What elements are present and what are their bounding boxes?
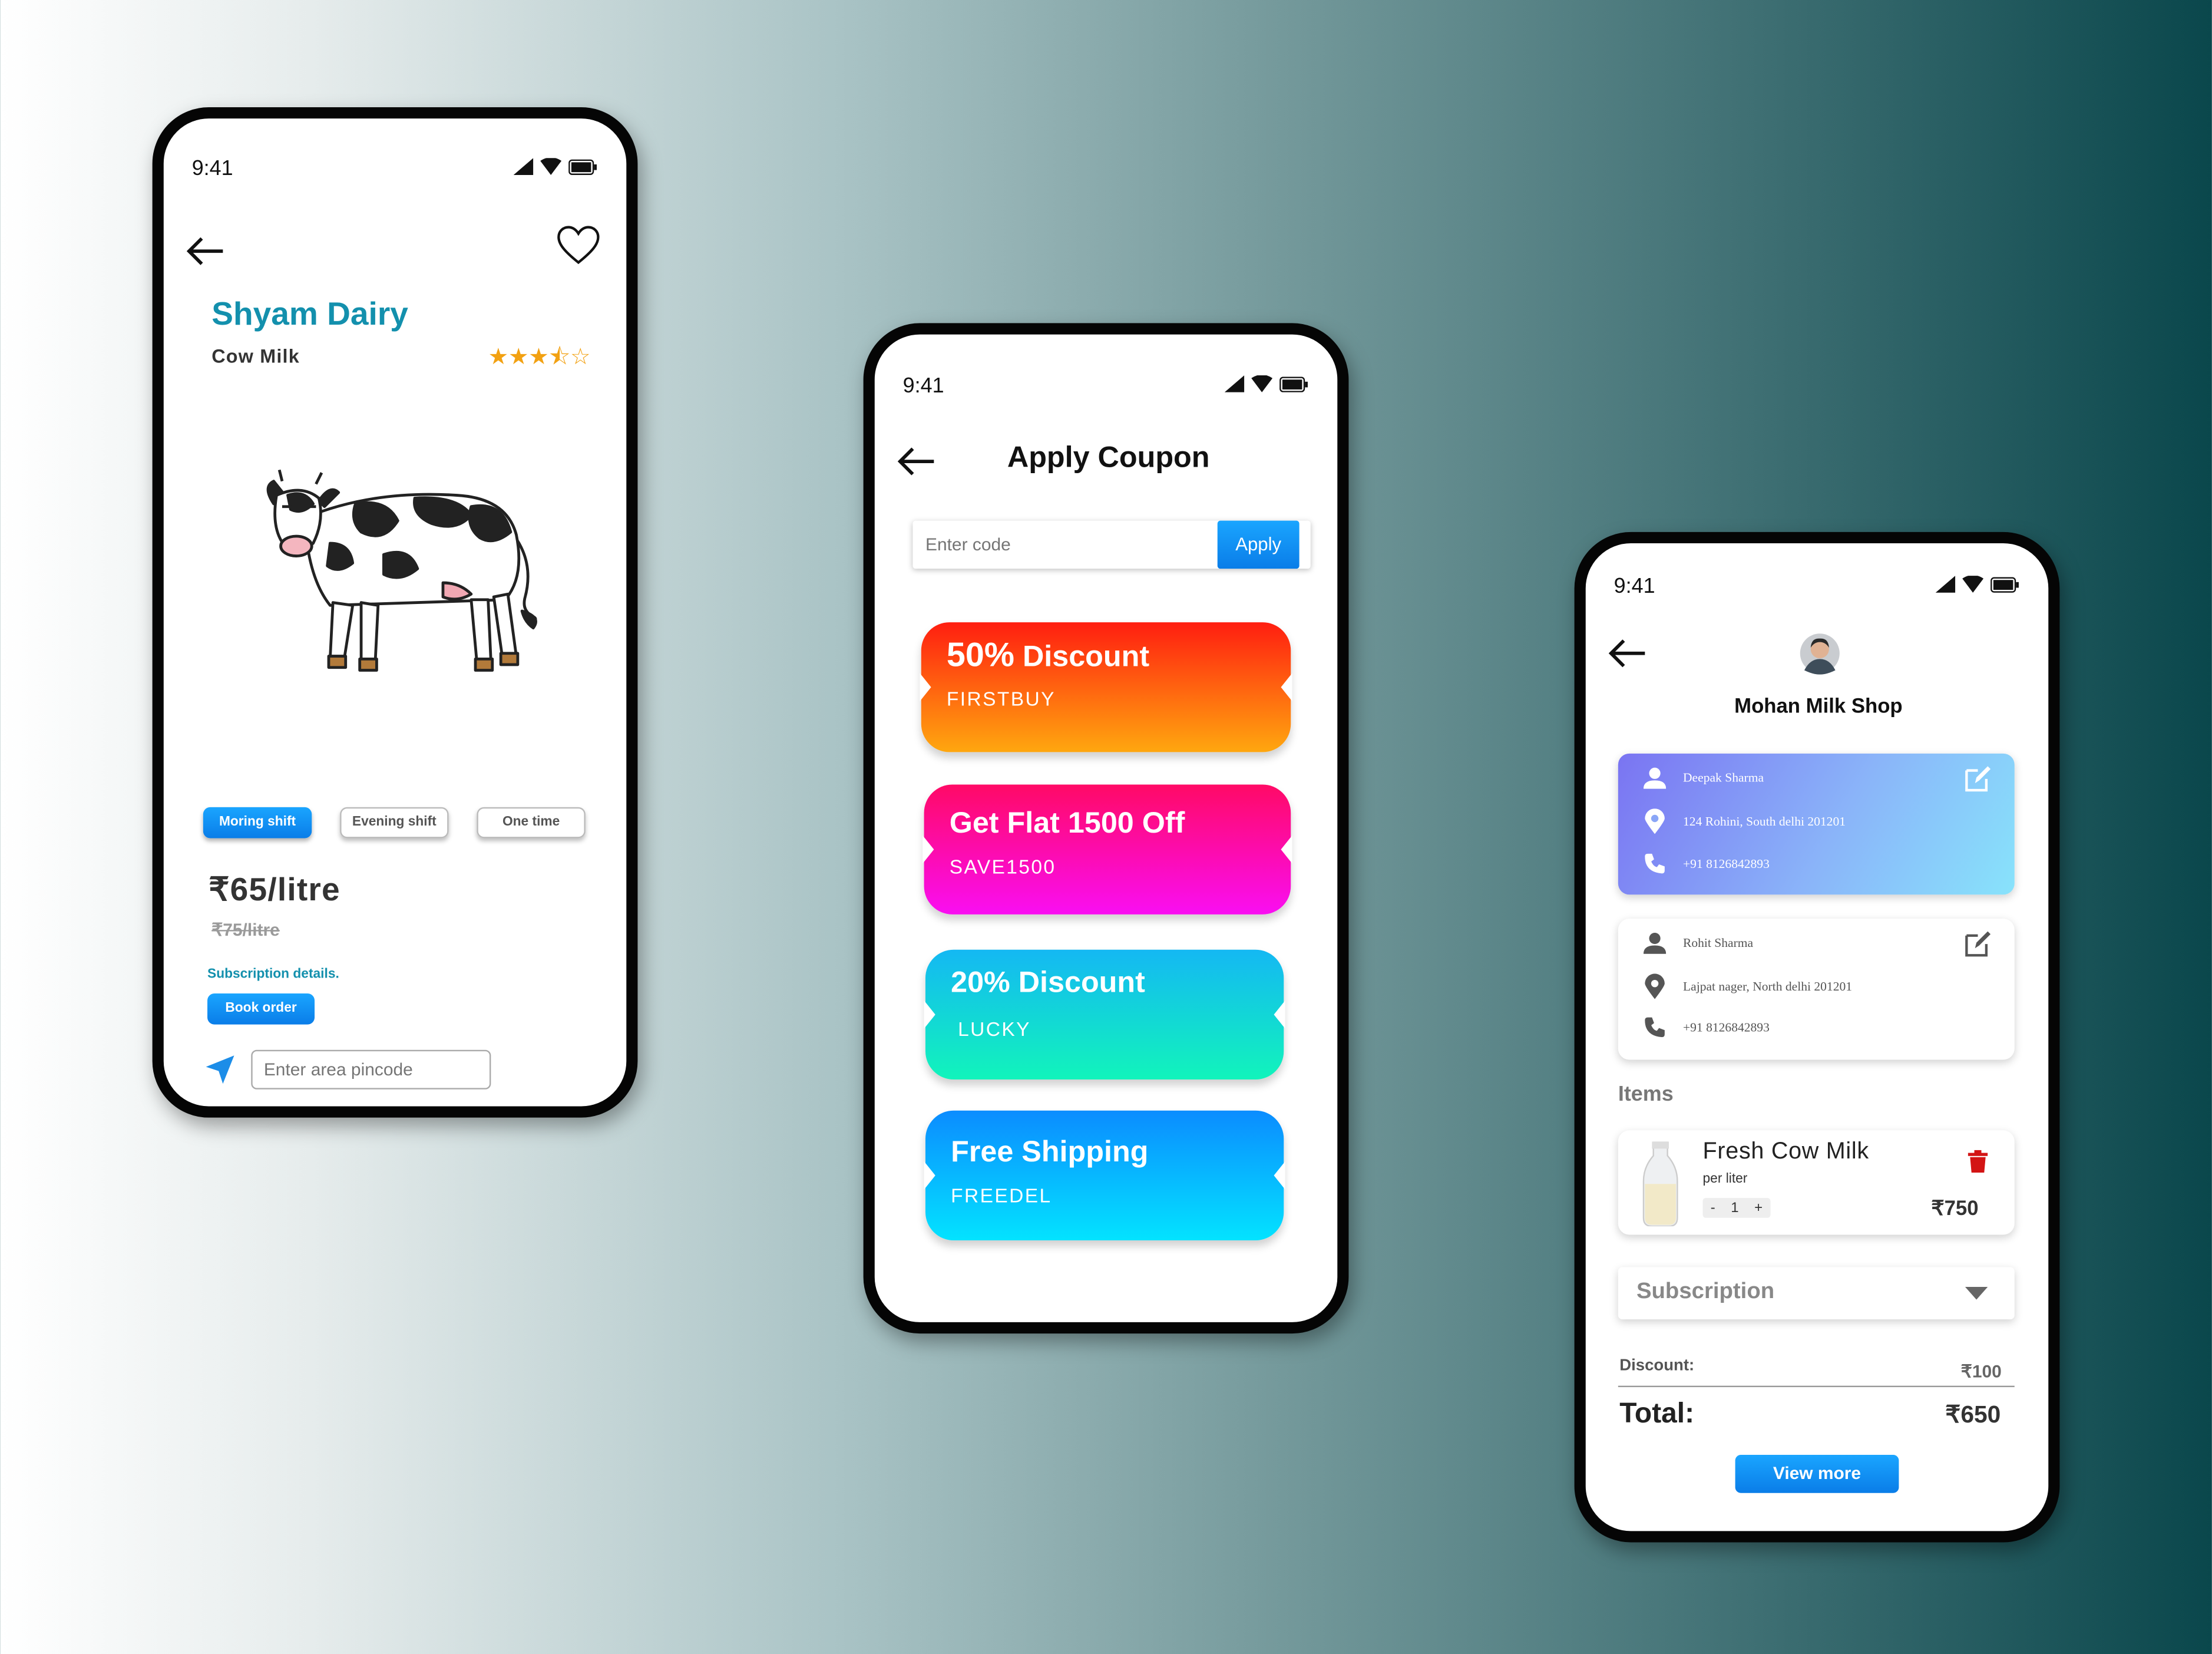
battery-icon [1991,576,2019,592]
chevron-down-icon [1965,1287,1988,1300]
wifi-icon [1962,576,1984,593]
shift-evening[interactable]: Evening shift [340,807,449,838]
milk-bottle-image [1642,1141,1678,1227]
quantity-stepper[interactable]: - 1 + [1702,1198,1771,1218]
wifi-icon [1251,375,1273,392]
signal-icon [1935,576,1956,593]
shift-morning[interactable]: Moring shift [203,807,312,838]
cow-illustration [266,469,537,672]
items-heading: Items [1618,1082,1674,1107]
battery-icon [1279,376,1308,392]
edit-icon[interactable] [1964,930,1992,958]
coupon-input-group: Apply [912,520,1311,569]
location-pin-icon [1645,808,1665,834]
person-icon [1643,767,1667,789]
back-arrow-icon[interactable] [894,444,937,478]
qty-minus-button[interactable]: - [1711,1200,1715,1216]
pincode-input[interactable] [251,1049,491,1090]
address-name: Deepak Sharma [1682,770,1764,785]
status-icons [1935,576,2019,593]
half-star-icon: ⯪ [548,345,570,370]
coupon-code: FREEDEL [951,1184,1052,1207]
avatar[interactable] [1798,632,1841,675]
discount-label: Discount: [1619,1357,1695,1375]
page-title: Apply Coupon [1007,441,1210,474]
price: ₹65/litre [209,870,340,907]
phone-icon [1645,853,1665,874]
phone-product: 9:41 Shyam Dairy Cow Milk ★★★⯪☆ Moring s… [152,107,638,1118]
view-more-button[interactable]: View more [1735,1455,1899,1493]
total-label: Total: [1619,1398,1695,1429]
coupon-card-firstbuy[interactable]: 50% Discount FIRSTBUY [920,622,1292,752]
total-value: ₹650 [1945,1401,2001,1428]
coupon-title: Free Shipping [951,1135,1149,1168]
battery-icon [568,159,597,174]
address-name: Rohit Sharma [1682,935,1754,950]
status-icons [1224,375,1308,392]
subscription-label: Subscription [1636,1280,1775,1304]
coupon-title: Discount [1010,966,1145,999]
coupon-card-save1500[interactable]: Get Flat 1500 Off SAVE1500 [923,784,1292,915]
address-line: 124 Rohini, South delhi 201201 [1682,814,1846,828]
old-price: ₹75/litre [211,920,280,940]
shop-name: Mohan Milk Shop [1734,695,1903,718]
back-arrow-icon[interactable] [183,235,226,268]
discount-value: ₹100 [1960,1361,2002,1382]
phone-order: 9:41 Mohan Milk Shop Deepak Sharma 124 R… [1574,531,2060,1543]
coupon-code: FIRSTBUY [946,687,1056,710]
coupon-title: Get Flat 1500 Off [949,807,1185,840]
coupon-percent: 50% [946,636,1014,675]
apply-button[interactable]: Apply [1217,520,1300,569]
signal-icon [1224,375,1245,392]
item-name: Fresh Cow Milk [1702,1138,1869,1164]
address-phone: +91 8126842893 [1682,1020,1770,1035]
address-line: Lajpat nager, North delhi 201201 [1682,979,1853,993]
divider [1618,1385,2015,1388]
location-arrow-icon[interactable] [206,1055,234,1084]
coupon-card-freedel[interactable]: Free Shipping FREEDEL [924,1110,1285,1241]
qty-value: 1 [1731,1200,1739,1216]
coupon-code: LUCKY [958,1017,1031,1040]
status-icons [513,158,597,175]
cart-item: Fresh Cow Milk per liter - 1 + ₹750 [1618,1130,2015,1235]
coupon-code: SAVE1500 [949,855,1056,878]
product-name: Cow Milk [211,345,300,367]
person-icon [1643,932,1667,954]
coupon-code-input[interactable] [912,520,1218,569]
back-arrow-icon[interactable] [1605,636,1648,670]
edit-icon[interactable] [1964,765,1992,793]
shop-name: Shyam Dairy [211,295,408,332]
status-time: 9:41 [902,374,944,398]
rating-stars: ★★★⯪☆ [488,342,591,380]
star-icon: ★ [488,345,508,370]
address-card[interactable]: Rohit Sharma Lajpat nager, North delhi 2… [1618,919,2015,1060]
coupon-title: Discount [1014,641,1150,674]
subscription-dropdown[interactable]: Subscription [1618,1267,2015,1320]
star-icon: ★ [528,345,549,370]
address-card-selected[interactable]: Deepak Sharma 124 Rohini, South delhi 20… [1618,753,2015,895]
phone-icon [1645,1017,1665,1038]
location-pin-icon [1645,973,1665,999]
item-price: ₹750 [1931,1198,1979,1221]
coupon-card-lucky[interactable]: 20% Discount LUCKY [924,949,1285,1080]
status-time: 9:41 [1613,574,1655,599]
status-time: 9:41 [191,156,233,181]
delete-icon[interactable] [1968,1150,1988,1173]
phone-coupon: 9:41 Apply Coupon Apply 50% Discount FIR… [863,323,1349,1334]
subscription-details-link[interactable]: Subscription details. [207,966,339,982]
qty-plus-button[interactable]: + [1754,1200,1763,1216]
heart-icon[interactable] [557,226,600,265]
empty-star-icon: ☆ [570,345,591,370]
book-order-button[interactable]: Book order [207,993,315,1025]
address-phone: +91 8126842893 [1682,856,1770,871]
coupon-percent: 20% [951,966,1010,999]
star-icon: ★ [508,345,529,370]
signal-icon [513,158,534,175]
shift-one-time[interactable]: One time [477,807,586,838]
item-unit: per liter [1702,1171,1748,1187]
wifi-icon [540,158,562,175]
